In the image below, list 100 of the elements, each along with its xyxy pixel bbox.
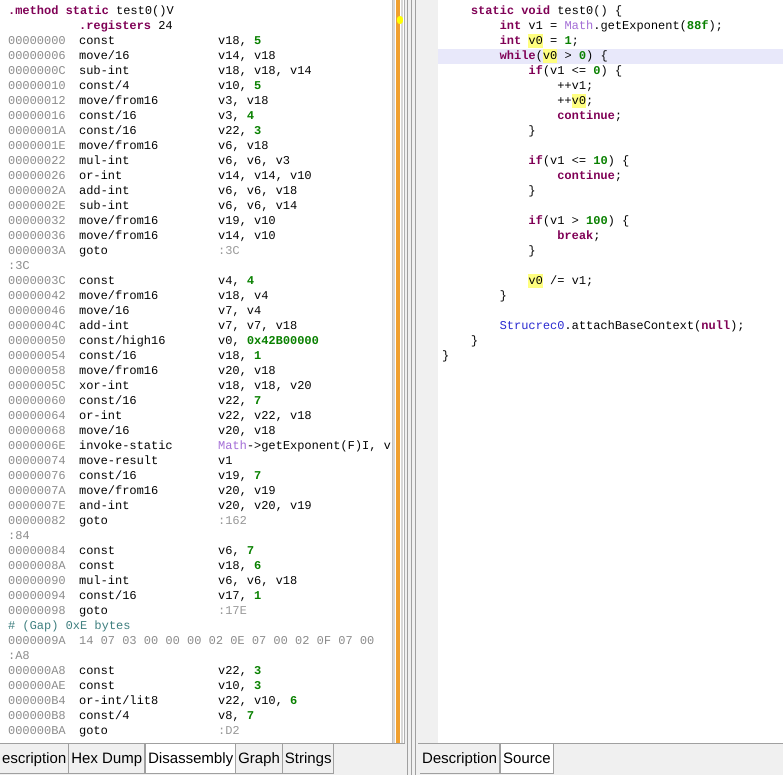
marker-icon — [397, 16, 403, 24]
code-line: int v0 = 1; — [498, 34, 579, 48]
tab[interactable]: Source — [500, 744, 554, 774]
opcode: const/4 — [79, 709, 130, 723]
line-address: 00000074 — [8, 454, 66, 468]
opcode: add-int — [79, 184, 130, 198]
operands: v20, v18 — [218, 424, 276, 439]
operands: v18, v18, v14 — [218, 64, 312, 79]
operands: v4, 4 — [218, 274, 254, 289]
line-address: 000000B8 — [8, 709, 66, 723]
opcode: const/16 — [79, 349, 137, 363]
tab[interactable]: Graph — [236, 744, 283, 774]
operands: :D2 — [218, 724, 240, 739]
operands: v3, 4 — [218, 109, 254, 124]
operands: v18, 6 — [218, 559, 262, 574]
operands: v18, v18, v20 — [218, 379, 312, 394]
code-line: break; — [556, 229, 600, 243]
line-address: 0000002E — [8, 199, 66, 213]
opcode: sub-int — [79, 199, 130, 213]
line-address: 00000090 — [8, 574, 66, 588]
code-line: if(v1 > 100) { — [527, 214, 630, 228]
line-address: 00000058 — [8, 364, 66, 378]
operands: v6, v6, v3 — [218, 154, 290, 169]
code-line: Strucrec0.attachBaseContext(null); — [498, 319, 744, 333]
opcode: xor-int — [79, 379, 130, 393]
line-address: 000000A8 — [8, 664, 66, 678]
opcode: const — [79, 559, 116, 573]
operands: v22, v22, v18 — [218, 409, 312, 424]
opcode: or-int — [79, 409, 122, 423]
opcode: move/from16 — [79, 229, 158, 243]
opcode: const — [79, 664, 116, 678]
operands: v18, 5 — [218, 34, 262, 49]
operands: v7, v7, v18 — [218, 319, 298, 334]
opcode: goto — [79, 724, 108, 738]
operands: :17E — [218, 604, 247, 619]
opcode: goto — [79, 244, 108, 258]
opcode: goto — [79, 514, 108, 528]
line-address: 00000042 — [8, 289, 66, 303]
opcode: const/4 — [79, 79, 130, 93]
code-line: } — [470, 334, 478, 348]
opcode: move-result — [79, 454, 158, 468]
code-line: } — [498, 289, 507, 303]
code-line: continue; — [556, 109, 622, 123]
line-address: 000000AE — [8, 679, 66, 693]
opcode: move/from16 — [79, 364, 158, 378]
line-address: 00000026 — [8, 169, 66, 183]
code-line: } — [527, 244, 536, 258]
line-address: 0000000C — [8, 64, 66, 78]
line-address: 00000094 — [8, 589, 66, 603]
gap-comment: # (Gap) 0xE bytes — [8, 619, 130, 634]
opcode: add-int — [79, 319, 130, 333]
line-address: 00000036 — [8, 229, 66, 243]
operands: v19, 7 — [218, 469, 262, 484]
operands: v22, 7 — [218, 394, 262, 409]
code-label: :3C — [8, 259, 30, 274]
line-address: 0000004C — [8, 319, 66, 333]
line-address: 0000008A — [8, 559, 66, 573]
operands: v14, v18 — [218, 49, 276, 64]
line-address: 0000001E — [8, 139, 66, 153]
code-line: int v1 = Math.getExponent(88f); — [498, 19, 723, 33]
code-line: } — [442, 349, 450, 363]
operands: v20, v19 — [218, 484, 276, 499]
line-address: 0000003C — [8, 274, 66, 288]
tab[interactable]: Description — [420, 744, 500, 774]
operands: v3, v18 — [218, 94, 268, 109]
tab[interactable]: escription — [0, 744, 70, 774]
line-address: 00000098 — [8, 604, 66, 618]
opcode: const — [79, 34, 116, 48]
operands: v6, 7 — [218, 544, 254, 559]
operands: v10, 5 — [218, 79, 262, 94]
line-address: 00000016 — [8, 109, 66, 123]
code-label: :84 — [8, 529, 30, 544]
line-address: 00000064 — [8, 409, 66, 423]
opcode: move/16 — [79, 304, 130, 318]
operands: v18, 1 — [218, 349, 262, 364]
line-address: 0000007E — [8, 499, 66, 513]
operands: v8, 7 — [218, 709, 254, 724]
line-address: 0000005C — [8, 379, 66, 393]
line-address: 000000B4 — [8, 694, 66, 708]
code-line: while(v0 > 0) { — [498, 49, 608, 63]
opcode: move/from16 — [79, 139, 158, 153]
operands: v7, v4 — [218, 304, 262, 319]
line-address: 00000006 — [8, 49, 66, 63]
opcode: goto — [79, 604, 108, 618]
opcode: const — [79, 274, 116, 288]
line-address: 00000076 — [8, 469, 66, 483]
line-address: 00000068 — [8, 424, 66, 438]
code-line: ++v1; — [556, 79, 594, 93]
opcode: sub-int — [79, 64, 130, 78]
tab[interactable]: Disassembly — [145, 744, 236, 774]
line-address: 0000001A — [8, 124, 66, 138]
operands: v14, v14, v10 — [218, 169, 312, 184]
operands: v6, v6, v18 — [218, 574, 298, 589]
tab[interactable]: Strings — [282, 744, 334, 774]
opcode: const/16 — [79, 469, 137, 483]
opcode: const — [79, 679, 116, 693]
line-address: 00000010 — [8, 79, 66, 93]
operands: :162 — [218, 514, 247, 529]
tab[interactable]: Hex Dump — [69, 744, 146, 774]
operands: Math->getExponent(F)I, v — [218, 439, 391, 454]
